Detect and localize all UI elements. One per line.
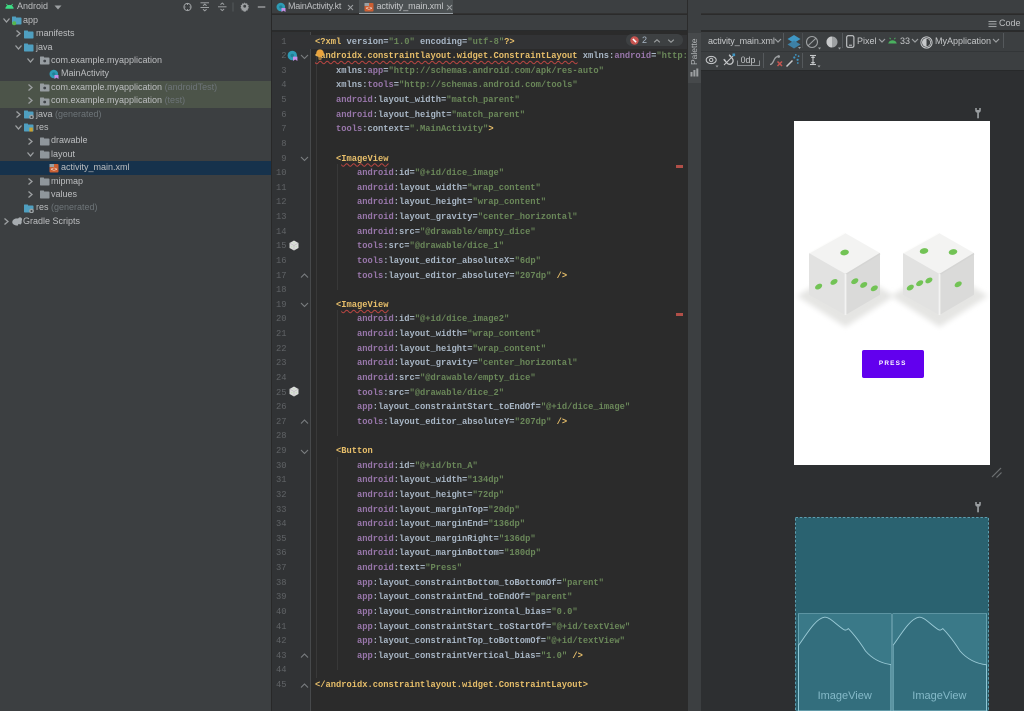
svg-text:<>: <> — [51, 166, 58, 173]
svg-text:ImageView: ImageView — [818, 690, 872, 702]
svg-text:<>: <> — [366, 5, 373, 12]
svg-text:ImageView: ImageView — [912, 690, 966, 702]
